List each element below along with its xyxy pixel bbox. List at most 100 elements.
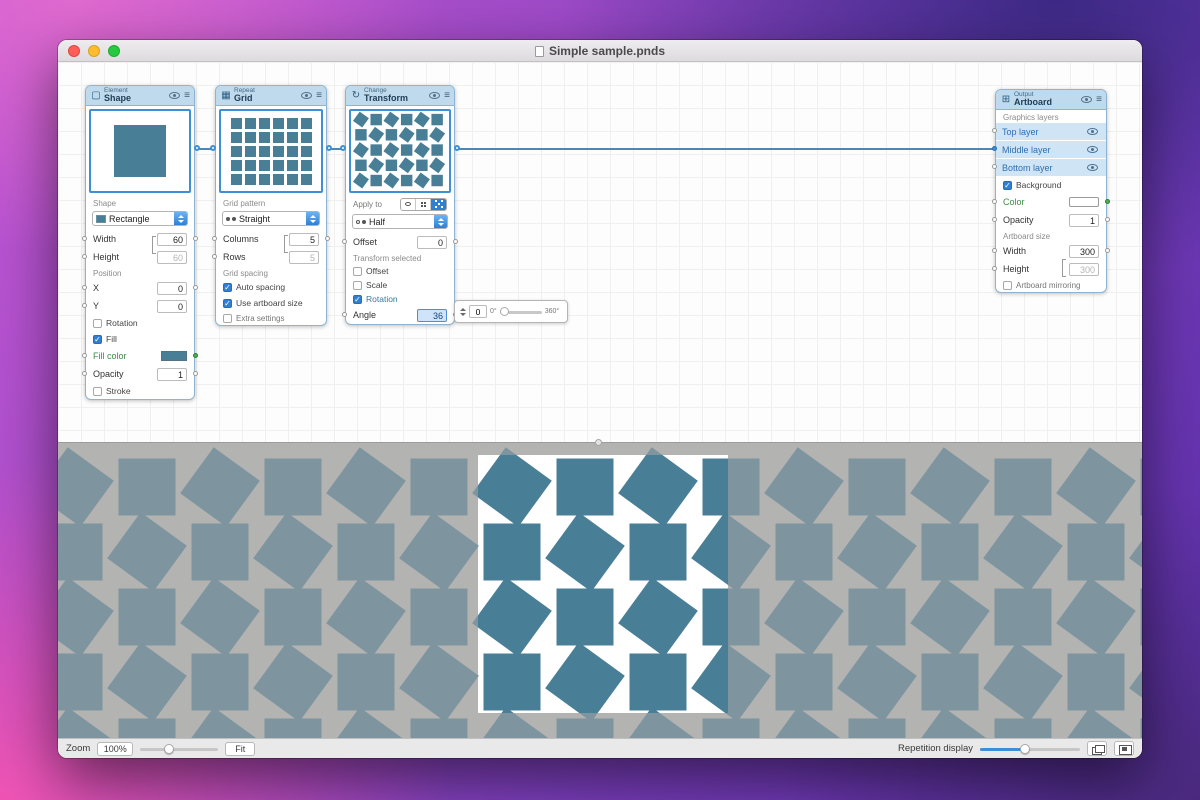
opacity-input[interactable]: 1	[157, 368, 187, 381]
output-port[interactable]	[454, 145, 460, 151]
param-port[interactable]	[325, 236, 330, 241]
use-artboard-checkbox[interactable]: ✓	[223, 299, 232, 308]
param-port[interactable]	[992, 199, 997, 204]
input-port[interactable]	[210, 145, 216, 151]
grid-pattern-dropdown[interactable]: Straight	[222, 211, 320, 226]
columns-input[interactable]: 5	[289, 233, 319, 246]
artboard-height-input[interactable]: 300	[1069, 263, 1099, 276]
apply-all-segment[interactable]	[401, 199, 416, 210]
input-port[interactable]	[340, 145, 346, 151]
param-port[interactable]	[193, 285, 198, 290]
param-port[interactable]	[992, 266, 997, 271]
transform-node-header[interactable]: ↻ Change Transform ≡	[346, 86, 454, 106]
pane-divider-handle[interactable]	[595, 439, 602, 446]
stepper-icon[interactable]	[434, 215, 447, 228]
layer-row-bottom[interactable]: Bottom layer	[996, 159, 1106, 177]
auto-spacing-checkbox[interactable]: ✓	[223, 283, 232, 292]
node-canvas[interactable]: ▢ Element Shape ≡ Shape Rectangle	[58, 62, 1142, 443]
angle-input[interactable]: 36	[417, 309, 447, 322]
param-port-green[interactable]	[1105, 199, 1110, 204]
layer-row-middle[interactable]: Middle layer	[996, 141, 1106, 159]
param-port[interactable]	[193, 371, 198, 376]
node-menu-icon[interactable]: ≡	[184, 90, 190, 101]
param-port[interactable]	[82, 353, 87, 358]
param-port[interactable]	[82, 303, 87, 308]
offset-input[interactable]: 0	[417, 236, 447, 249]
fill-checkbox[interactable]: ✓	[93, 335, 102, 344]
close-button[interactable]	[68, 45, 80, 57]
node-menu-icon[interactable]: ≡	[316, 90, 322, 101]
layer-port[interactable]	[992, 164, 997, 169]
repetition-slider[interactable]	[980, 743, 1080, 755]
param-port[interactable]	[212, 236, 217, 241]
repetition-mode-icon[interactable]	[1087, 741, 1107, 756]
param-port[interactable]	[82, 236, 87, 241]
visibility-icon[interactable]	[169, 92, 180, 99]
extra-settings-checkbox[interactable]	[223, 314, 232, 323]
param-port[interactable]	[82, 285, 87, 290]
background-checkbox[interactable]: ✓	[1003, 181, 1012, 190]
minimize-button[interactable]	[88, 45, 100, 57]
param-port[interactable]	[82, 254, 87, 259]
visibility-icon[interactable]	[1081, 96, 1092, 103]
param-port[interactable]	[82, 371, 87, 376]
stepper-icon[interactable]	[174, 212, 187, 225]
param-port[interactable]	[453, 239, 458, 244]
node-menu-icon[interactable]: ≡	[1096, 94, 1102, 105]
grid-node-header[interactable]: ▦ Repeat Grid ≡	[216, 86, 326, 106]
fill-color-swatch[interactable]	[161, 351, 187, 361]
background-color-swatch[interactable]	[1069, 197, 1099, 207]
transform-node[interactable]: ↻ Change Transform ≡ Apply to	[345, 85, 455, 325]
zoom-slider[interactable]	[140, 743, 218, 755]
layer-port-connected[interactable]	[992, 146, 997, 151]
fullscreen-icon[interactable]	[1114, 741, 1134, 756]
param-port-green[interactable]	[193, 353, 198, 358]
titlebar[interactable]: Simple sample.pnds	[58, 40, 1142, 62]
artboard-node[interactable]: ⊞ Output Artboard ≡ Graphics layers Top …	[995, 89, 1107, 293]
mirroring-checkbox[interactable]	[1003, 281, 1012, 290]
param-port[interactable]	[342, 312, 347, 317]
rows-input[interactable]: 5	[289, 251, 319, 264]
apply-grid-segment[interactable]	[416, 199, 431, 210]
visibility-icon[interactable]	[1087, 128, 1098, 135]
visibility-icon[interactable]	[301, 92, 312, 99]
shape-node[interactable]: ▢ Element Shape ≡ Shape Rectangle	[85, 85, 195, 400]
artboard-width-input[interactable]: 300	[1069, 245, 1099, 258]
visibility-icon[interactable]	[1087, 164, 1098, 171]
grid-node[interactable]: ▦ Repeat Grid ≡ Grid pattern Straight	[215, 85, 327, 326]
rotation-checkbox[interactable]	[93, 319, 102, 328]
output-port[interactable]	[194, 145, 200, 151]
param-port[interactable]	[1105, 248, 1110, 253]
connection-wire[interactable]	[455, 148, 995, 150]
y-input[interactable]: 0	[157, 300, 187, 313]
width-input[interactable]: 60	[157, 233, 187, 246]
stroke-checkbox[interactable]	[93, 387, 102, 396]
height-input[interactable]: 60	[157, 251, 187, 264]
artboard-node-header[interactable]: ⊞ Output Artboard ≡	[996, 90, 1106, 110]
output-port[interactable]	[326, 145, 332, 151]
stepper-icon[interactable]	[306, 212, 319, 225]
layer-row-top[interactable]: Top layer	[996, 123, 1106, 141]
param-port[interactable]	[212, 254, 217, 259]
layer-port[interactable]	[992, 128, 997, 133]
angle-slider[interactable]	[500, 307, 542, 317]
node-menu-icon[interactable]: ≡	[444, 90, 450, 101]
visibility-icon[interactable]	[1087, 146, 1098, 153]
zoom-button[interactable]	[108, 45, 120, 57]
angle-stepper-icon[interactable]	[460, 308, 466, 316]
angle-offset-input[interactable]: 0	[469, 305, 487, 318]
param-port[interactable]	[992, 248, 997, 253]
fit-button[interactable]: Fit	[225, 742, 255, 756]
zoom-input[interactable]: 100%	[97, 742, 133, 756]
offset-checkbox[interactable]	[353, 267, 362, 276]
opacity-input[interactable]: 1	[1069, 214, 1099, 227]
shape-node-header[interactable]: ▢ Element Shape ≡	[86, 86, 194, 106]
x-input[interactable]: 0	[157, 282, 187, 295]
rotation-checkbox[interactable]: ✓	[353, 295, 362, 304]
apply-alternate-segment[interactable]	[431, 199, 446, 210]
shape-type-dropdown[interactable]: Rectangle	[92, 211, 188, 226]
transform-mode-dropdown[interactable]: Half	[352, 214, 448, 229]
param-port[interactable]	[342, 239, 347, 244]
param-port[interactable]	[992, 217, 997, 222]
param-port[interactable]	[1105, 217, 1110, 222]
